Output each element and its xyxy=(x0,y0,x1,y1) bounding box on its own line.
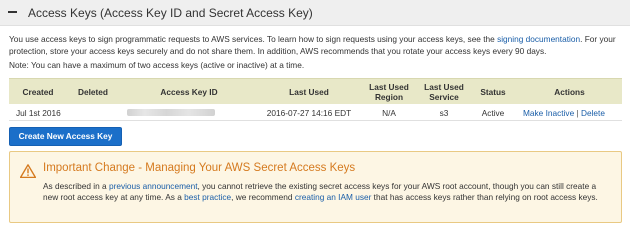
access-keys-page: Access Keys (Access Key ID and Secret Ac… xyxy=(0,0,630,228)
col-header-service-line2: Service xyxy=(429,92,459,102)
cell-actions: Make Inactive | Delete xyxy=(523,108,605,118)
table-header-row: Created Deleted Access Key ID Last Used … xyxy=(9,78,622,104)
col-header-region-line2: Region xyxy=(374,92,404,102)
col-header-last-used-region: Last Used Region xyxy=(359,82,419,102)
col-header-created: Created xyxy=(22,87,54,97)
redacted-access-key-id xyxy=(127,109,215,116)
alert-body: As described in a previous announcement,… xyxy=(43,181,613,203)
warning-icon xyxy=(20,164,36,178)
cell-service: s3 xyxy=(439,108,449,118)
col-header-last-used: Last Used xyxy=(289,87,329,97)
alert-text-1: As described in a xyxy=(43,181,109,191)
cell-last-used: 2016-07-27 14:16 EDT xyxy=(266,108,352,118)
col-header-key-id: Access Key ID xyxy=(160,87,218,97)
delete-link[interactable]: Delete xyxy=(581,108,605,118)
section-title: Access Keys (Access Key ID and Secret Ac… xyxy=(28,6,313,20)
signing-documentation-link[interactable]: signing documentation xyxy=(497,34,580,44)
intro-text: You use access keys to sign programmatic… xyxy=(9,34,498,44)
previous-announcement-link[interactable]: previous announcement xyxy=(109,181,198,191)
cell-region: N/A xyxy=(382,108,396,118)
alert-text-4: that has access keys rather than relying… xyxy=(371,192,598,202)
alert-text-3: , we recommend xyxy=(231,192,295,202)
col-header-actions: Actions xyxy=(554,87,585,97)
best-practice-link[interactable]: best practice xyxy=(184,192,231,202)
col-header-service-line1: Last Used xyxy=(424,82,464,92)
alert-title: Important Change - Managing Your AWS Sec… xyxy=(43,162,356,174)
action-separator: | xyxy=(576,108,579,118)
col-header-last-used-service: Last Used Service xyxy=(419,82,469,102)
max-keys-note: Note: You can have a maximum of two acce… xyxy=(9,60,305,70)
col-header-status: Status xyxy=(480,87,506,97)
access-keys-table: Created Deleted Access Key ID Last Used … xyxy=(9,78,622,121)
cell-status: Active xyxy=(481,108,505,118)
col-header-deleted: Deleted xyxy=(78,87,108,97)
important-change-alert: Important Change - Managing Your AWS Sec… xyxy=(9,151,622,223)
cell-created: Jul 1st 2016 xyxy=(16,108,61,118)
table-row: Jul 1st 2016 2016-07-27 14:16 EDT N/A s3… xyxy=(9,104,622,121)
intro-paragraph: You use access keys to sign programmatic… xyxy=(9,33,621,57)
make-inactive-link[interactable]: Make Inactive xyxy=(523,108,574,118)
col-header-region-line1: Last Used xyxy=(369,82,409,92)
creating-iam-user-link[interactable]: creating an IAM user xyxy=(295,192,372,202)
minus-icon[interactable] xyxy=(8,11,17,13)
section-header[interactable]: Access Keys (Access Key ID and Secret Ac… xyxy=(0,0,630,26)
create-new-access-key-button[interactable]: Create New Access Key xyxy=(9,127,122,146)
